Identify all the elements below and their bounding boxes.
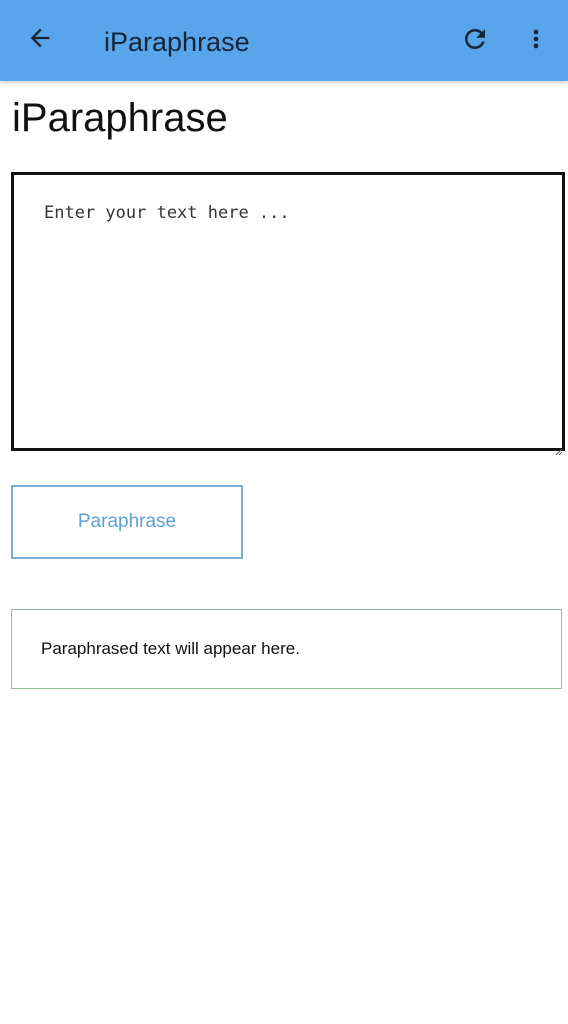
more-vert-icon [522, 25, 550, 58]
paraphrase-button[interactable]: Paraphrase [11, 485, 243, 559]
text-input[interactable] [11, 172, 565, 451]
refresh-icon [460, 24, 490, 59]
resize-handle-icon[interactable] [555, 442, 563, 456]
refresh-button[interactable] [456, 22, 494, 60]
output-box: Paraphrased text will appear here. [11, 609, 562, 689]
overflow-menu-button[interactable] [520, 22, 552, 60]
back-button[interactable] [22, 22, 58, 58]
arrow-back-icon [26, 24, 54, 57]
app-bar: iParaphrase [0, 0, 568, 81]
page-title: iParaphrase [12, 96, 228, 140]
app-bar-title: iParaphrase [104, 27, 250, 57]
output-text: Paraphrased text will appear here. [41, 639, 300, 658]
